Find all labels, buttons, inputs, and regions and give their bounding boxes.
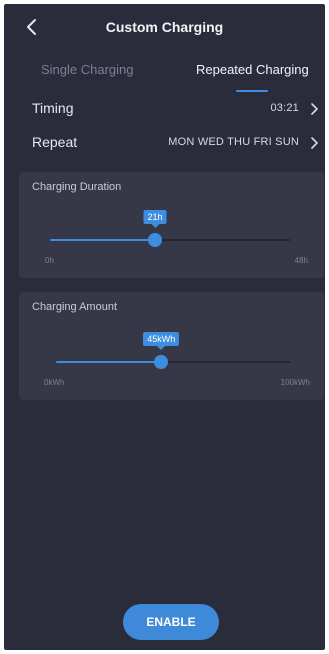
slider-thumb[interactable] [148, 233, 162, 247]
active-tab-indicator [236, 90, 268, 92]
charging-amount-card: Charging Amount 45kWh 0kWh 100kWh [19, 292, 324, 400]
slider-min-label: 0h [45, 256, 54, 265]
charging-duration-card: Charging Duration 21h 0h 48h [19, 172, 324, 278]
slider-value-bubble: 45kWh [143, 332, 180, 350]
repeat-days-value: MON WED THU FRI SUN [168, 136, 299, 148]
custom-charging-screen: Custom Charging Single Charging Repeated… [4, 4, 325, 650]
charging-duration-title: Charging Duration [32, 181, 122, 193]
slider-max-label: 48h [294, 256, 308, 265]
repeat-row[interactable]: Repeat MON WED THU FRI SUN [4, 131, 325, 155]
enable-button[interactable]: ENABLE [123, 604, 219, 640]
chevron-right-icon [311, 137, 318, 149]
header: Custom Charging [4, 4, 325, 48]
tab-repeated-charging[interactable]: Repeated Charging [196, 62, 309, 77]
tab-bar: Single Charging Repeated Charging [4, 62, 325, 98]
slider-max-label: 100kWh [280, 378, 310, 387]
timing-row[interactable]: Timing 03:21 [4, 97, 325, 121]
slider-thumb[interactable] [154, 355, 169, 369]
page-title: Custom Charging [105, 19, 224, 35]
slider-fill [56, 361, 162, 363]
charging-duration-slider[interactable]: 21h [50, 210, 290, 248]
slider-value-bubble: 21h [143, 210, 167, 228]
repeat-label: Repeat [32, 134, 78, 150]
chevron-right-icon [311, 103, 318, 115]
timing-value: 03:21 [270, 102, 299, 114]
tab-single-charging[interactable]: Single Charging [41, 62, 134, 77]
slider-min-label: 0kWh [44, 378, 65, 387]
charging-amount-title: Charging Amount [32, 301, 117, 313]
charging-amount-slider[interactable]: 45kWh [56, 332, 290, 370]
slider-fill [50, 239, 155, 241]
timing-label: Timing [32, 100, 74, 116]
